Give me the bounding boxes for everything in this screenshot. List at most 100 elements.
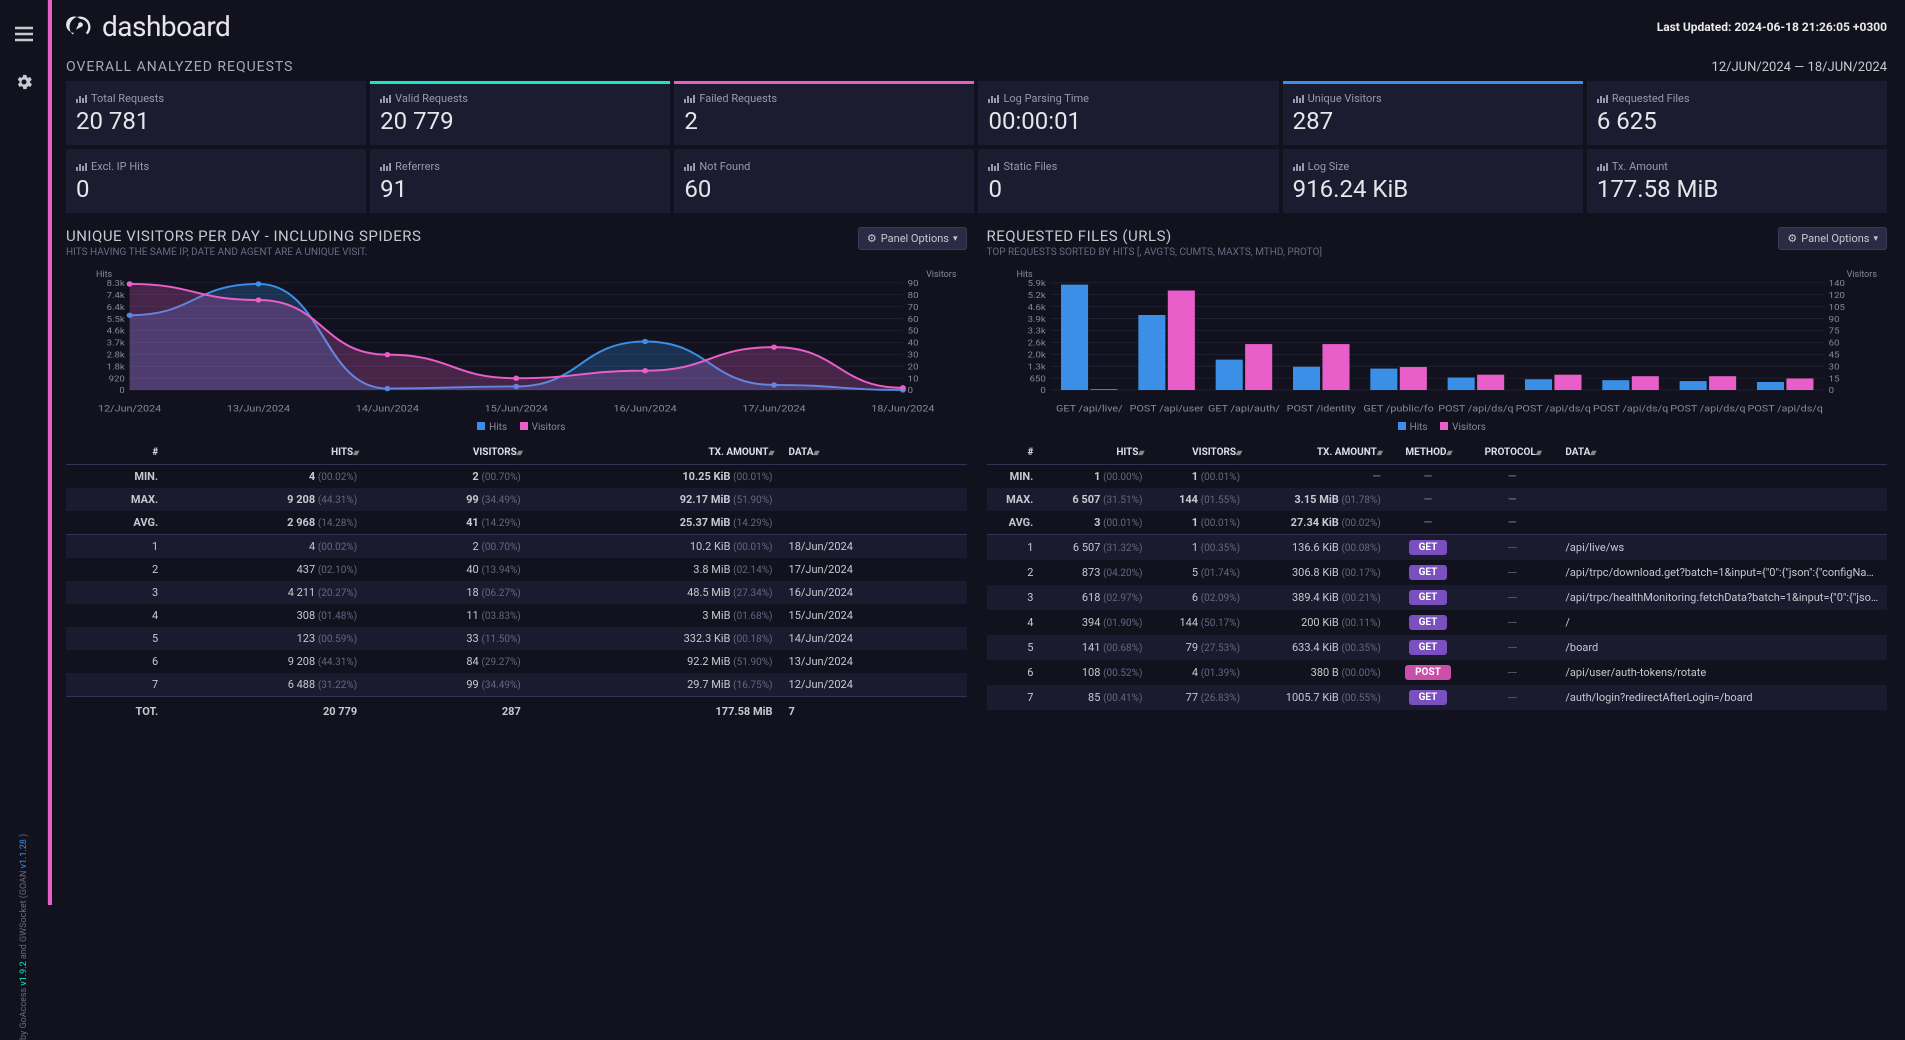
table-row[interactable]: 16 507 (31.32%)1 (00.35%)136.6 KiB (00.0… (987, 535, 1888, 561)
stat-value: 20 779 (380, 107, 660, 135)
legend-visitors-swatch (520, 422, 528, 430)
stat-card: Excl. IP Hits0 (66, 149, 366, 213)
svg-text:70: 70 (908, 303, 919, 312)
stat-value: 2 (684, 107, 964, 135)
svg-text:0: 0 (119, 387, 124, 396)
svg-text:15/Jun/2024: 15/Jun/2024 (485, 402, 548, 414)
svg-text:18/Jun/2024: 18/Jun/2024 (871, 402, 934, 414)
settings-icon[interactable] (10, 68, 38, 96)
table-row[interactable]: 5123 (00.59%)33 (11.50%)332.3 KiB (00.18… (66, 627, 967, 650)
table-row[interactable]: 69 208 (44.31%)84 (29.27%)92.2 MiB (51.9… (66, 650, 967, 673)
svg-text:0: 0 (908, 387, 913, 396)
svg-text:0: 0 (1040, 387, 1045, 396)
svg-text:30: 30 (908, 351, 919, 360)
method-badge: GET (1409, 565, 1448, 580)
footer-version: by GoAccess v1.9.2 and GWSocket (GOAN v1… (19, 740, 29, 1040)
svg-text:2.6k: 2.6k (1027, 339, 1046, 348)
stat-label: Excl. IP Hits (76, 160, 356, 173)
svg-text:3.3k: 3.3k (1027, 327, 1046, 336)
svg-text:POST /api/ds/q: POST /api/ds/q (1438, 402, 1513, 414)
last-updated: Last Updated: 2024-06-18 21:26:05 +0300 (1657, 20, 1887, 34)
bar-chart-icon (1293, 163, 1304, 171)
svg-text:8.3k: 8.3k (107, 279, 126, 288)
svg-text:17/Jun/2024: 17/Jun/2024 (742, 402, 805, 414)
column-header[interactable]: DATA (1557, 441, 1887, 465)
bar-chart-icon (988, 163, 999, 171)
svg-text:16/Jun/2024: 16/Jun/2024 (614, 402, 677, 414)
table-row[interactable]: 2437 (02.10%)40 (13.94%)3.8 MiB (02.14%)… (66, 558, 967, 581)
panel-title: REQUESTED FILES (URLS) (987, 227, 1323, 245)
bar-chart-icon (1597, 163, 1608, 171)
column-header[interactable]: VISITORS (365, 441, 529, 465)
table-row[interactable]: 4308 (01.48%)11 (03.83%)3 MiB (01.68%)15… (66, 604, 967, 627)
overview-title: OVERALL ANALYZED REQUESTS (66, 59, 293, 75)
panel-subtitle: HITS HAVING THE SAME IP, DATE AND AGENT … (66, 247, 421, 258)
gear-icon: ⚙ (867, 232, 877, 245)
column-header[interactable]: TX. AMOUNT (529, 441, 781, 465)
svg-text:POST /api/ds/q: POST /api/ds/q (1515, 402, 1590, 414)
column-header[interactable]: # (987, 441, 1042, 465)
column-header[interactable]: TX. AMOUNT (1248, 441, 1389, 465)
column-header[interactable]: HITS (1041, 441, 1150, 465)
column-header[interactable]: VISITORS (1150, 441, 1248, 465)
stat-row: AVG.3 (00.01%)1 (00.01%)27.34 KiB (00.02… (987, 511, 1888, 535)
table-row[interactable]: 6108 (00.52%)4 (01.39%)380 B (00.00%)POS… (987, 660, 1888, 685)
svg-text:105: 105 (1828, 303, 1844, 312)
column-header[interactable]: PROTOCOL (1467, 441, 1557, 465)
svg-text:2.8k: 2.8k (107, 351, 126, 360)
stat-value: 6 625 (1597, 107, 1877, 135)
table-row[interactable]: 14 (00.02%)2 (00.70%)10.2 KiB (00.01%)18… (66, 535, 967, 559)
table-row[interactable]: 3618 (02.97%)6 (02.09%)389.4 KiB (00.21%… (987, 585, 1888, 610)
svg-text:90: 90 (908, 279, 919, 288)
svg-text:POST /api/ds/q: POST /api/ds/q (1592, 402, 1667, 414)
column-header[interactable]: HITS (166, 441, 365, 465)
svg-text:4.6k: 4.6k (1027, 303, 1046, 312)
stat-value: 20 781 (76, 107, 356, 135)
chart-legend: Hits Visitors (987, 422, 1888, 433)
table-row[interactable]: 5141 (00.68%)79 (27.53%)633.4 KiB (00.35… (987, 635, 1888, 660)
method-badge: GET (1409, 640, 1448, 655)
legend-hits-swatch (1398, 422, 1406, 430)
gauge-icon (66, 13, 94, 41)
chart-legend: Hits Visitors (66, 422, 967, 433)
bar-chart-icon (76, 163, 87, 171)
svg-text:3.9k: 3.9k (1027, 315, 1046, 324)
table-row[interactable]: 34 211 (20.27%)18 (06.27%)48.5 MiB (27.3… (66, 581, 967, 604)
bar-chart-icon (380, 163, 391, 171)
stat-card: Log Parsing Time00:00:01 (978, 81, 1278, 145)
stat-card: Requested Files6 625 (1587, 81, 1887, 145)
svg-text:80: 80 (908, 291, 919, 300)
method-badge: GET (1409, 690, 1448, 705)
header: dashboard Last Updated: 2024-06-18 21:26… (66, 10, 1887, 51)
column-header[interactable]: METHOD (1389, 441, 1467, 465)
stat-cards-bottom: Excl. IP Hits0Referrers91Not Found60Stat… (66, 149, 1887, 213)
panel-options-button[interactable]: ⚙ Panel Options (1778, 227, 1887, 250)
table-row[interactable]: 76 488 (31.22%)99 (34.49%)29.7 MiB (16.7… (66, 673, 967, 697)
method-badge: POST (1405, 665, 1451, 680)
menu-icon[interactable] (10, 20, 38, 48)
stat-label: Log Parsing Time (988, 92, 1268, 105)
svg-text:5.2k: 5.2k (1027, 291, 1046, 300)
svg-text:45: 45 (1828, 351, 1839, 360)
svg-text:GET /api/live/: GET /api/live/ (1055, 402, 1122, 414)
visitors-panel: UNIQUE VISITORS PER DAY - INCLUDING SPID… (66, 227, 967, 723)
stat-card: Valid Requests20 779 (370, 81, 670, 145)
svg-text:GET /api/auth/: GET /api/auth/ (1208, 402, 1280, 414)
stat-label: Unique Visitors (1293, 92, 1573, 105)
svg-text:920: 920 (109, 375, 125, 384)
svg-text:650: 650 (1029, 375, 1045, 384)
left-rail: by GoAccess v1.9.2 and GWSocket (GOAN v1… (0, 0, 48, 905)
stat-value: 91 (380, 175, 660, 203)
table-row[interactable]: 785 (00.41%)77 (26.83%)1005.7 KiB (00.55… (987, 685, 1888, 710)
svg-text:1.8k: 1.8k (107, 363, 126, 372)
column-header[interactable]: # (66, 441, 166, 465)
table-row[interactable]: 2873 (04.20%)5 (01.74%)306.8 KiB (00.17%… (987, 560, 1888, 585)
overview-header: OVERALL ANALYZED REQUESTS 12/JUN/2024 — … (66, 59, 1887, 75)
panel-options-button[interactable]: ⚙ Panel Options (858, 227, 967, 250)
table-row[interactable]: 4394 (01.90%)144 (50.17%)200 KiB (00.11%… (987, 610, 1888, 635)
page-title: dashboard (102, 10, 230, 43)
stat-card: Failed Requests2 (674, 81, 974, 145)
bar-chart-icon (684, 163, 695, 171)
svg-text:POST /api/user: POST /api/user (1129, 402, 1204, 414)
column-header[interactable]: DATA (781, 441, 967, 465)
